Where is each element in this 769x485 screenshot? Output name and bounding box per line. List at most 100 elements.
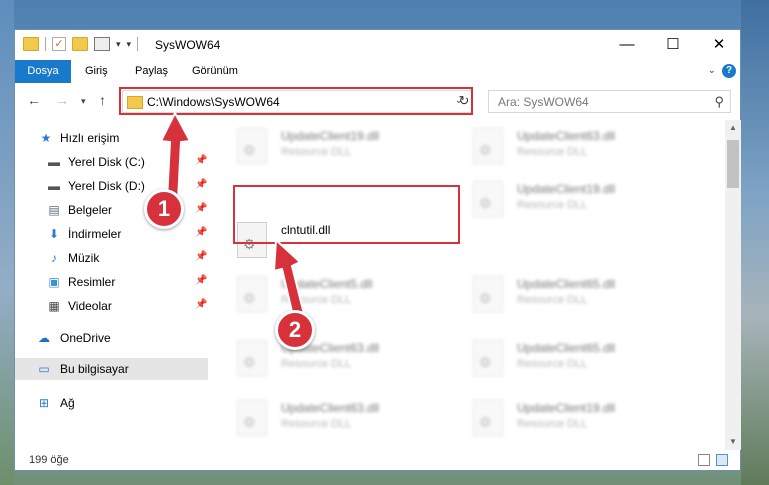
- dll-file-icon: ⚙: [473, 340, 503, 376]
- scroll-up-icon[interactable]: ▲: [725, 120, 741, 136]
- gear-icon: ⚙: [479, 354, 492, 370]
- address-bar-highlight: [119, 87, 473, 115]
- sidebar-item-downloads[interactable]: ⬇ İndirmeler 📌: [15, 223, 208, 245]
- sidebar-item-label: Belgeler: [68, 203, 113, 217]
- list-item[interactable]: ⚙ UpdateClient5.dll Resource DLL: [225, 270, 455, 318]
- list-item[interactable]: ⚙ UpdateClient65.dll Resource DLL: [461, 334, 691, 382]
- pin-icon[interactable]: 📌: [195, 155, 207, 166]
- documents-icon: ▤: [48, 203, 60, 217]
- sidebar-item-label: OneDrive: [60, 331, 111, 345]
- window-title: SysWOW64: [155, 38, 221, 52]
- customize-toolbar-icon[interactable]: ▾: [127, 39, 132, 50]
- download-icon: ⬇: [48, 227, 60, 241]
- help-icon[interactable]: ?: [722, 64, 736, 78]
- desktop-background-right: [741, 0, 769, 485]
- file-type: Resource DLL: [281, 294, 352, 306]
- tab-share[interactable]: Paylaş: [123, 60, 180, 83]
- search-icon: ⚲: [714, 94, 724, 109]
- tab-view[interactable]: Görünüm: [180, 60, 250, 83]
- file-type: Resource DLL: [517, 146, 588, 158]
- close-button[interactable]: ✕: [696, 30, 742, 60]
- sidebar-item-this-pc[interactable]: ▭ Bu bilgisayar: [15, 358, 208, 380]
- minimize-button[interactable]: —: [604, 30, 650, 60]
- scrollbar-thumb[interactable]: [727, 140, 739, 188]
- list-item[interactable]: ⚙ UpdateClient63.dll Resource DLL: [461, 122, 691, 170]
- desktop-background-left: [0, 0, 14, 485]
- list-item[interactable]: ⚙ UpdateClient63.dll Resource DLL: [225, 394, 455, 442]
- toolbar-separator: [137, 37, 139, 51]
- sidebar-item-disk-d[interactable]: ▬ Yerel Disk (D:) 📌: [15, 175, 208, 197]
- file-name: UpdateClient19.dll: [281, 129, 380, 143]
- status-bar: 199 öğe: [15, 450, 740, 470]
- sidebar-item-onedrive[interactable]: ☁ OneDrive: [15, 327, 208, 349]
- pictures-icon: ▣: [48, 275, 60, 289]
- maximize-button[interactable]: ☐: [650, 30, 696, 60]
- customize-view-icon[interactable]: [94, 37, 110, 51]
- sidebar-item-label: Videolar: [68, 299, 112, 313]
- folder-icon[interactable]: [23, 37, 39, 51]
- recent-locations-icon[interactable]: ▾: [81, 96, 86, 107]
- sidebar-item-quick-access[interactable]: ★ Hızlı erişim: [15, 127, 208, 149]
- file-name: UpdateClient19.dll: [517, 401, 616, 415]
- dll-file-icon: ⚙: [473, 400, 503, 436]
- file-type: Resource DLL: [517, 199, 588, 211]
- list-item[interactable]: ⚙ UpdateClient19.dll Resource DLL: [461, 175, 691, 223]
- drive-icon: ▬: [48, 155, 60, 169]
- gear-icon: ⚙: [479, 414, 492, 430]
- sidebar-item-music[interactable]: ♪ Müzik 📌: [15, 247, 208, 269]
- pin-icon[interactable]: 📌: [195, 179, 207, 190]
- sidebar-item-disk-c[interactable]: ▬ Yerel Disk (C:) 📌: [15, 151, 208, 173]
- back-arrow-icon[interactable]: ←: [27, 92, 41, 108]
- search-placeholder: Ara: SysWOW64: [498, 95, 589, 109]
- details-view-icon[interactable]: [698, 454, 710, 466]
- gear-icon: ⚙: [243, 290, 256, 306]
- list-item[interactable]: ⚙ UpdateClient19.dll Resource DLL: [225, 122, 455, 170]
- sidebar-item-network[interactable]: ⊞ Ağ: [15, 392, 208, 414]
- expand-ribbon-icon[interactable]: ⌄: [708, 65, 716, 76]
- list-item[interactable]: ⚙ UpdateClient65.dll Resource DLL: [461, 270, 691, 318]
- file-name: UpdateClient19.dll: [517, 182, 616, 196]
- up-arrow-icon[interactable]: ↑: [99, 92, 106, 108]
- search-input[interactable]: Ara: SysWOW64 ⚲: [488, 90, 731, 113]
- sidebar-item-label: Yerel Disk (D:): [68, 179, 145, 193]
- file-list: ⚙ UpdateClient19.dll Resource DLL ⚙ Upda…: [211, 120, 725, 450]
- sidebar-item-pictures[interactable]: ▣ Resimler 📌: [15, 271, 208, 293]
- large-icons-view-icon[interactable]: [716, 454, 728, 466]
- video-icon: ▦: [48, 299, 60, 313]
- file-type: Resource DLL: [517, 418, 588, 430]
- file-name: UpdateClient5.dll: [281, 277, 373, 291]
- star-icon: ★: [40, 131, 52, 145]
- vertical-scrollbar[interactable]: ▲ ▼: [725, 120, 741, 450]
- music-icon: ♪: [51, 251, 57, 265]
- pin-icon[interactable]: 📌: [195, 299, 207, 310]
- chevron-down-icon[interactable]: ▾: [116, 39, 121, 50]
- sidebar-item-label: Ağ: [60, 396, 75, 410]
- sidebar-item-videos[interactable]: ▦ Videolar 📌: [15, 295, 208, 317]
- sidebar-item-label: Yerel Disk (C:): [68, 155, 145, 169]
- quick-access-toolbar: ✓ ▾ ▾: [23, 37, 139, 51]
- file-name: UpdateClient63.dll: [517, 129, 616, 143]
- step-badge-1: 1: [144, 189, 184, 229]
- cloud-icon: ☁: [38, 331, 50, 345]
- file-name: UpdateClient65.dll: [517, 277, 616, 291]
- list-item[interactable]: ⚙ UpdateClient19.dll Resource DLL: [461, 394, 691, 442]
- pin-icon[interactable]: 📌: [195, 227, 207, 238]
- pin-icon[interactable]: 📌: [195, 203, 207, 214]
- computer-icon: ▭: [38, 362, 50, 376]
- file-type: Resource DLL: [281, 358, 352, 370]
- dll-file-icon: ⚙: [237, 340, 267, 376]
- tab-home[interactable]: Giriş: [73, 60, 120, 83]
- properties-check-icon[interactable]: ✓: [52, 37, 66, 51]
- sidebar-item-label: İndirmeler: [68, 227, 122, 241]
- scroll-down-icon[interactable]: ▼: [725, 434, 741, 450]
- gear-icon: ⚙: [479, 290, 492, 306]
- file-name: UpdateClient65.dll: [517, 341, 616, 355]
- pin-icon[interactable]: 📌: [195, 251, 207, 262]
- dll-file-icon: ⚙: [473, 276, 503, 312]
- tab-file[interactable]: Dosya: [15, 60, 71, 83]
- new-folder-icon[interactable]: [72, 37, 88, 51]
- list-item[interactable]: ⚙ UpdateClient63.dll Resource DLL: [225, 334, 455, 382]
- pin-icon[interactable]: 📌: [195, 275, 207, 286]
- forward-arrow-icon[interactable]: →: [55, 92, 69, 108]
- file-type: Resource DLL: [281, 418, 352, 430]
